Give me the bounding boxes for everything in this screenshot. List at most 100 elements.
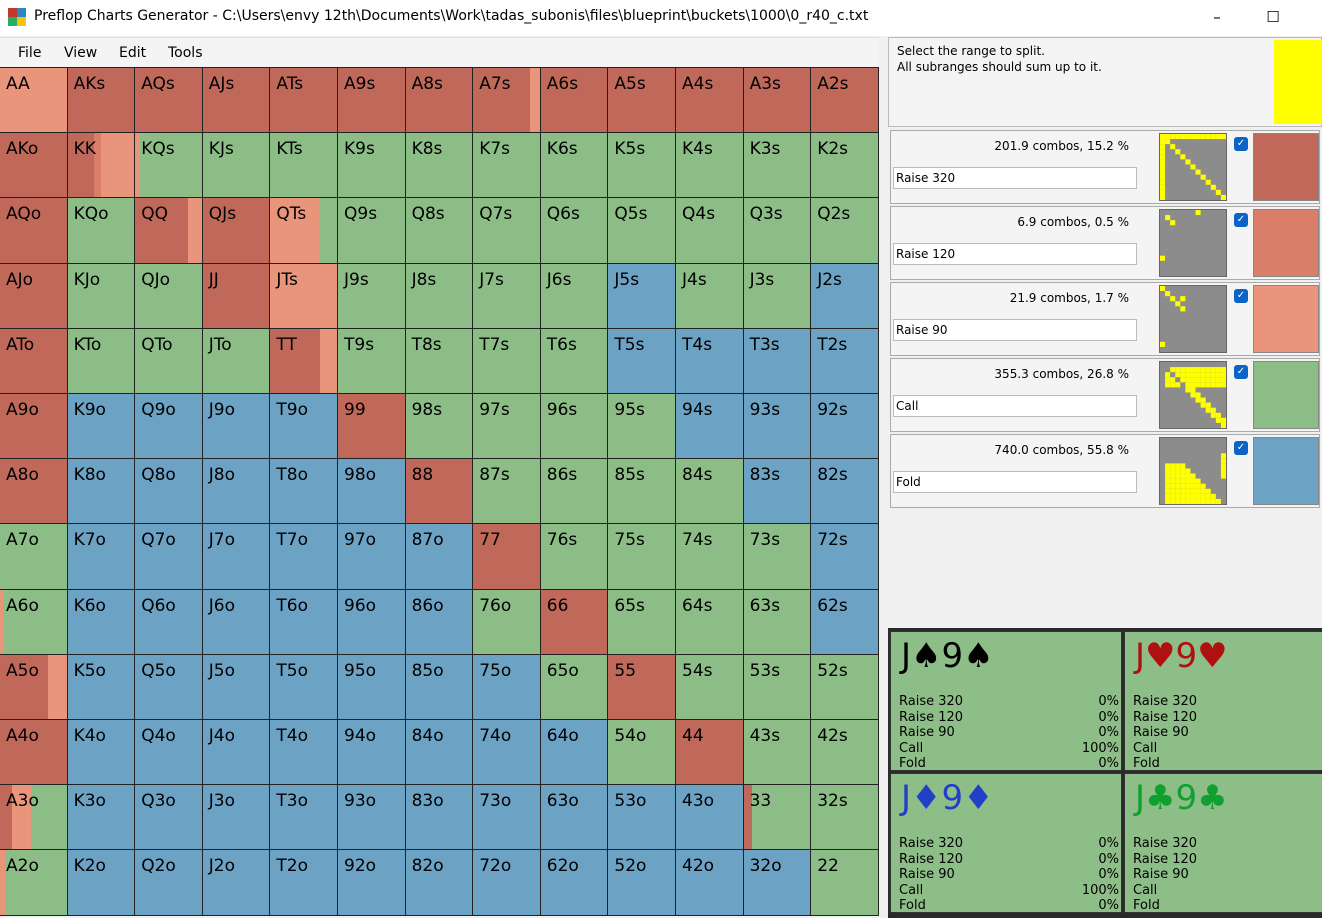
hand-cell[interactable]: 54s — [675, 653, 744, 720]
hand-cell[interactable]: 84o — [404, 718, 474, 786]
hand-cell[interactable]: A7s — [472, 66, 541, 134]
hand-cell[interactable]: Q4o — [134, 718, 203, 786]
menu-view[interactable]: View — [64, 45, 97, 61]
hand-cell[interactable]: J9o — [201, 392, 271, 460]
hand-cell[interactable]: 92s — [810, 392, 879, 460]
hand-cell[interactable]: K7s — [472, 132, 541, 199]
combo-box[interactable]: J♦9♦ Raise 320 0% Raise 120 0% Raise 90 0% Call… — [890, 773, 1122, 913]
hand-cell[interactable]: 32s — [810, 784, 879, 851]
hand-cell[interactable]: A4o — [0, 718, 68, 786]
hand-cell[interactable]: T9s — [337, 327, 406, 394]
hand-cell[interactable]: 74s — [675, 523, 744, 590]
hand-cell[interactable]: 94s — [675, 392, 744, 460]
hand-cell[interactable]: 83o — [404, 784, 474, 851]
hand-cell[interactable]: AJs — [201, 66, 271, 134]
hand-cell[interactable]: J9s — [337, 262, 406, 329]
hand-cell[interactable]: Q7s — [472, 197, 541, 264]
hand-cell[interactable]: 55 — [607, 653, 676, 720]
hand-cell[interactable]: A6s — [539, 66, 609, 134]
hand-cell[interactable]: T3s — [742, 327, 812, 394]
hand-cell[interactable]: T2o — [269, 849, 338, 916]
hand-cell[interactable]: 82o — [404, 849, 474, 916]
combo-box[interactable]: J♣9♣ Raise 320 Raise 120 Raise 90 Call Fold — [1124, 773, 1322, 913]
hand-cell[interactable]: K7o — [66, 523, 136, 590]
hand-cell[interactable]: 93o — [337, 784, 406, 851]
hand-cell[interactable]: A5o — [0, 653, 68, 720]
subrange-name-input[interactable]: Raise 320 — [893, 167, 1137, 189]
hand-cell[interactable]: Q2o — [134, 849, 203, 916]
hand-cell[interactable]: J4o — [201, 718, 271, 786]
hand-cell[interactable]: 99 — [337, 392, 406, 460]
hand-cell[interactable]: K6o — [66, 588, 136, 655]
hand-cell[interactable]: T4s — [675, 327, 744, 394]
hand-cell[interactable]: J6o — [201, 588, 271, 655]
subrange-name-input[interactable]: Call — [893, 395, 1137, 417]
hand-cell[interactable]: A9s — [337, 66, 406, 134]
hand-cell[interactable]: J5o — [201, 653, 271, 720]
hand-cell[interactable]: 33 — [742, 784, 812, 851]
subrange-checkbox[interactable]: ✓ — [1234, 289, 1248, 303]
hand-cell[interactable]: JTs — [269, 262, 338, 329]
hand-cell[interactable]: 64o — [539, 718, 609, 786]
hand-cell[interactable]: 42s — [810, 718, 879, 786]
hand-cell[interactable]: K4s — [675, 132, 744, 199]
hand-cell[interactable]: 63o — [539, 784, 609, 851]
hand-cell[interactable]: 76s — [539, 523, 609, 590]
hand-cell[interactable]: KQs — [134, 132, 203, 199]
hand-cell[interactable]: 95s — [607, 392, 676, 460]
maximize-button[interactable]: ☐ — [1250, 0, 1296, 34]
hand-cell[interactable]: J8s — [404, 262, 474, 329]
hand-cell[interactable]: 43s — [742, 718, 812, 786]
hand-cell[interactable]: 42o — [675, 849, 744, 916]
hand-cell[interactable]: Q8s — [404, 197, 474, 264]
hand-cell[interactable]: 86o — [404, 588, 474, 655]
hand-cell[interactable]: K2o — [66, 849, 136, 916]
hand-cell[interactable]: 85s — [607, 458, 676, 525]
hand-cell[interactable]: K9s — [337, 132, 406, 199]
subrange-name-input[interactable]: Raise 120 — [893, 243, 1137, 265]
hand-cell[interactable]: KJs — [201, 132, 271, 199]
hand-cell[interactable]: AKo — [0, 132, 68, 199]
hand-cell[interactable]: 76o — [472, 588, 541, 655]
hand-cell[interactable]: AQo — [0, 197, 68, 264]
hand-cell[interactable]: T7s — [472, 327, 541, 394]
hand-cell[interactable]: K8s — [404, 132, 474, 199]
hand-cell[interactable]: J8o — [201, 458, 271, 525]
subrange-checkbox[interactable]: ✓ — [1234, 137, 1248, 151]
hand-cell[interactable]: K2s — [810, 132, 879, 199]
hand-cell[interactable]: JTo — [201, 327, 271, 394]
hand-cell[interactable]: J6s — [539, 262, 609, 329]
hand-cell[interactable]: Q6s — [539, 197, 609, 264]
hand-cell[interactable]: K3o — [66, 784, 136, 851]
hand-cell[interactable]: T3o — [269, 784, 338, 851]
hand-cell[interactable]: KTs — [269, 132, 338, 199]
hand-cell[interactable]: 43o — [675, 784, 744, 851]
hand-cell[interactable]: Q9o — [134, 392, 203, 460]
hand-cell[interactable]: T2s — [810, 327, 879, 394]
hand-cell[interactable]: K5s — [607, 132, 676, 199]
panel-splitter[interactable] — [879, 37, 888, 918]
hand-cell[interactable]: Q5s — [607, 197, 676, 264]
hand-cell[interactable]: QTo — [134, 327, 203, 394]
hand-cell[interactable]: A9o — [0, 392, 68, 460]
hand-cell[interactable]: 93s — [742, 392, 812, 460]
hand-cell[interactable]: Q8o — [134, 458, 203, 525]
subrange-color-swatch[interactable] — [1253, 285, 1319, 353]
hand-cell[interactable]: KK — [66, 132, 136, 199]
hand-cell[interactable]: 22 — [810, 849, 879, 916]
hand-cell[interactable]: A2o — [0, 849, 68, 916]
hand-cell[interactable]: A7o — [0, 523, 68, 590]
hand-cell[interactable]: Q6o — [134, 588, 203, 655]
hand-cell[interactable]: 44 — [675, 718, 744, 786]
hand-cell[interactable]: 98o — [337, 458, 406, 525]
subrange-name-input[interactable]: Fold — [893, 471, 1137, 493]
combo-box[interactable]: J♥9♥ Raise 320 Raise 120 Raise 90 Call Fold — [1124, 631, 1322, 771]
hand-cell[interactable]: QJs — [201, 197, 271, 264]
hand-cell[interactable]: 65s — [607, 588, 676, 655]
hand-cell[interactable]: ATs — [269, 66, 338, 134]
hand-cell[interactable]: T8o — [269, 458, 338, 525]
hand-cell[interactable]: 86s — [539, 458, 609, 525]
hand-cell[interactable]: 88 — [404, 458, 474, 525]
hand-cell[interactable]: 73o — [472, 784, 541, 851]
hand-cell[interactable]: K6s — [539, 132, 609, 199]
